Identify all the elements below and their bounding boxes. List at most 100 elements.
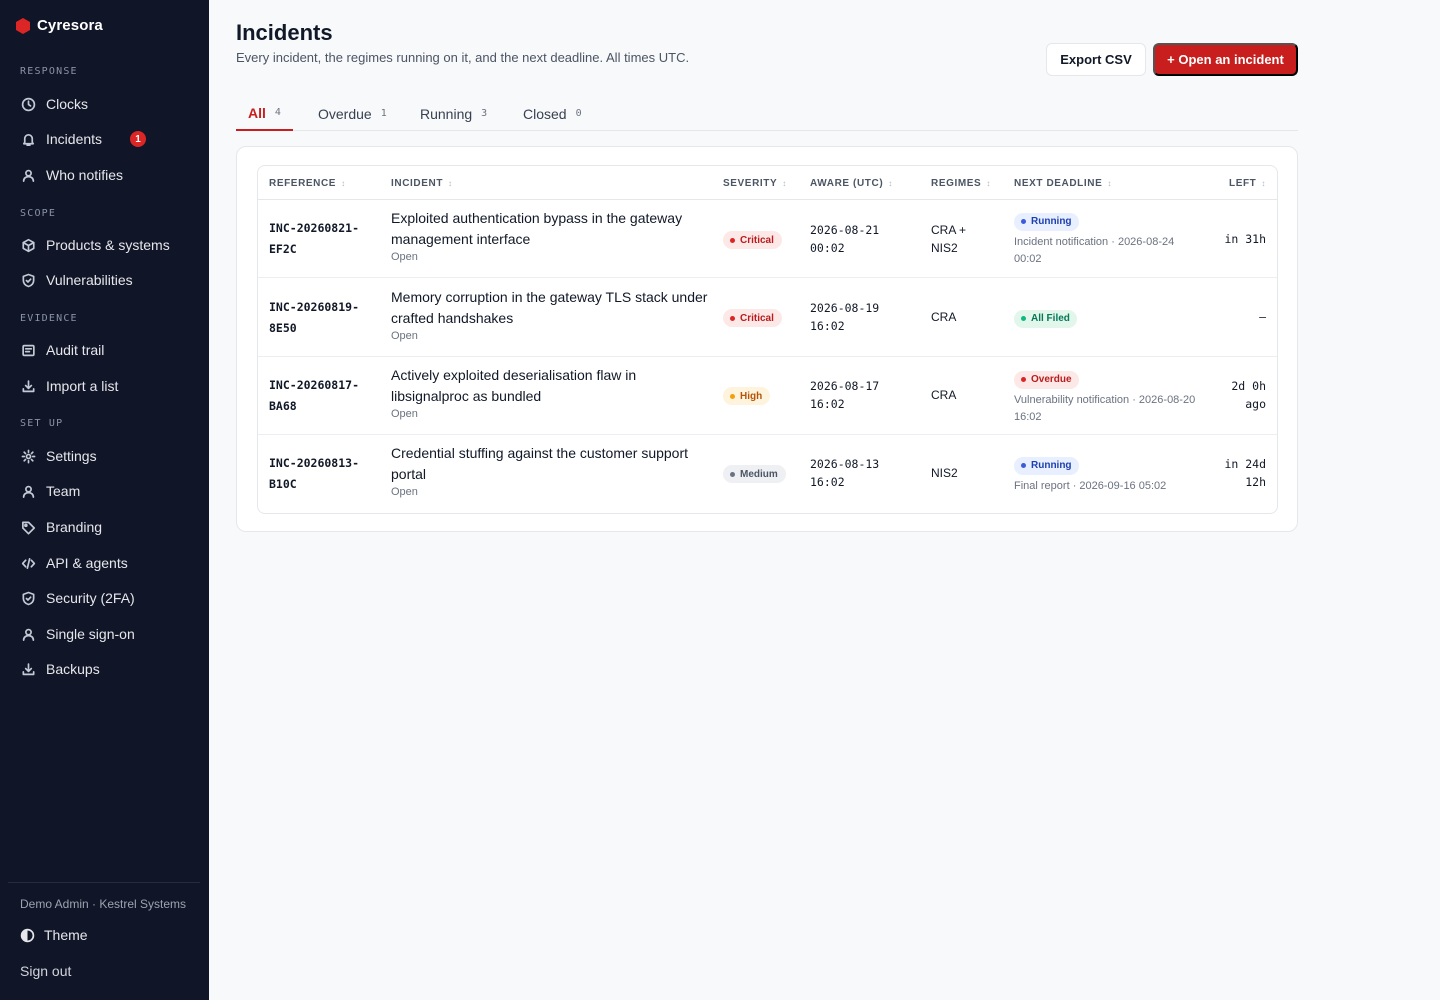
sidebar-item-label: Import a list bbox=[46, 378, 119, 394]
user-icon bbox=[20, 626, 36, 642]
sidebar-item-label: Audit trail bbox=[46, 342, 105, 358]
theme-label: Theme bbox=[44, 927, 88, 943]
incident-reference[interactable]: INC-20260821- EF2C bbox=[269, 218, 379, 260]
deadline-status-pill: All Filed bbox=[1014, 309, 1077, 328]
column-header-next-deadline[interactable]: NEXT DEADLINE ↕ bbox=[1014, 166, 1112, 200]
incident-title[interactable]: Credential stuffing against the customer… bbox=[391, 443, 711, 500]
aware-time: 2026-08-21 00:02 bbox=[810, 223, 880, 255]
sidebar-item-settings[interactable]: Settings bbox=[12, 440, 197, 472]
sidebar-divider bbox=[8, 882, 200, 883]
sidebar-item-label: Team bbox=[46, 483, 81, 499]
gear-icon bbox=[20, 448, 36, 464]
sidebar-item-vulnerabilities[interactable]: Vulnerabilities bbox=[12, 264, 197, 296]
sidebar-item-audit-trail[interactable]: Audit trail bbox=[12, 334, 197, 366]
sidebar: Cyresora RESPONSE Clocks Incidents 1 Who… bbox=[0, 0, 209, 1000]
sidebar-item-single-sign-on[interactable]: Single sign-on bbox=[12, 618, 197, 650]
regimes: NIS2 bbox=[931, 466, 958, 480]
time-left: — bbox=[1259, 310, 1266, 324]
status-dot bbox=[730, 237, 735, 243]
deadline-detail: Incident notification · 2026-08-24 00:02 bbox=[1014, 235, 1175, 265]
sort-icon: ↕ bbox=[782, 178, 787, 188]
sidebar-item-import-list[interactable]: Import a list bbox=[12, 370, 197, 402]
tab-running[interactable]: Running 3 bbox=[408, 96, 499, 131]
code-icon bbox=[20, 555, 36, 571]
next-deadline: All Filed bbox=[1014, 308, 1204, 328]
severity-badge: High bbox=[723, 387, 771, 405]
sidebar-item-label: Vulnerabilities bbox=[46, 272, 133, 288]
regimes: CRA bbox=[931, 388, 957, 402]
brand[interactable]: Cyresora bbox=[16, 17, 103, 34]
sidebar-item-branding[interactable]: Branding bbox=[12, 511, 197, 543]
sidebar-item-api-agents[interactable]: API & agents bbox=[12, 547, 197, 579]
incident-title[interactable]: Actively exploited deserialisation flaw … bbox=[391, 365, 711, 422]
sidebar-item-label: API & agents bbox=[46, 555, 128, 571]
sidebar-item-who-notifies[interactable]: Who notifies bbox=[12, 159, 197, 191]
column-header-regimes[interactable]: REGIMES ↕ bbox=[931, 166, 991, 200]
column-header-reference[interactable]: REFERENCE ↕ bbox=[269, 166, 346, 200]
tab-overdue[interactable]: Overdue 1 bbox=[306, 96, 399, 131]
table-header: REFERENCE ↕ INCIDENT ↕ SEVERITY ↕ AWARE (UT… bbox=[258, 166, 1277, 200]
sidebar-item-label: Backups bbox=[46, 661, 100, 677]
section-label-response: RESPONSE bbox=[20, 66, 78, 77]
tab-label: Running bbox=[420, 105, 473, 122]
incident-reference[interactable]: INC-20260817- BA68 bbox=[269, 375, 379, 417]
sidebar-item-label: Products & systems bbox=[46, 237, 170, 253]
sort-icon: ↕ bbox=[1261, 178, 1266, 188]
incident-status: Open bbox=[391, 408, 418, 420]
bell-icon bbox=[20, 131, 36, 147]
sidebar-item-label: Who notifies bbox=[46, 167, 124, 183]
column-header-severity[interactable]: SEVERITY ↕ bbox=[723, 166, 787, 200]
download-icon bbox=[20, 378, 36, 394]
sidebar-item-clocks[interactable]: Clocks bbox=[12, 88, 197, 120]
status-dot bbox=[1021, 463, 1026, 468]
theme-toggle-button[interactable]: Theme bbox=[20, 927, 88, 943]
sort-icon: ↕ bbox=[448, 178, 453, 188]
open-incident-button[interactable]: + Open an incident bbox=[1153, 43, 1298, 76]
sidebar-item-security-2fa[interactable]: Security (2FA) bbox=[12, 582, 197, 614]
incident-reference[interactable]: INC-20260819- 8E50 bbox=[269, 297, 379, 339]
sidebar-item-products-systems[interactable]: Products & systems bbox=[12, 229, 197, 261]
sidebar-item-incidents[interactable]: Incidents 1 bbox=[12, 123, 197, 155]
table-row[interactable]: INC-20260821- EF2C Exploited authenticati… bbox=[258, 200, 1277, 278]
incident-title[interactable]: Exploited authentication bypass in the g… bbox=[391, 208, 711, 265]
column-header-incident[interactable]: INCIDENT ↕ bbox=[391, 166, 453, 200]
incident-title[interactable]: Memory corruption in the gateway TLS sta… bbox=[391, 287, 711, 344]
sort-icon: ↕ bbox=[986, 178, 991, 188]
incident-status: Open bbox=[391, 251, 418, 263]
deadline-status-pill: Overdue bbox=[1014, 370, 1079, 389]
time-left: in 24d 12h bbox=[1224, 457, 1266, 489]
hexagon-logo-icon bbox=[16, 17, 30, 34]
sidebar-item-label: Clocks bbox=[46, 96, 89, 112]
sidebar-item-backups[interactable]: Backups bbox=[12, 653, 197, 685]
tab-all[interactable]: All 4 bbox=[236, 96, 293, 131]
sidebar-item-label: Security (2FA) bbox=[46, 590, 135, 606]
next-deadline: Running Incident notification · 2026-08-… bbox=[1014, 211, 1204, 268]
severity-badge: Medium bbox=[723, 465, 786, 483]
current-user: Demo Admin · Kestrel Systems bbox=[20, 897, 187, 911]
export-csv-button[interactable]: Export CSV bbox=[1046, 43, 1146, 76]
section-label-evidence: EVIDENCE bbox=[20, 313, 78, 324]
tab-label: Overdue bbox=[318, 105, 372, 122]
time-left: 2d 0h ago bbox=[1231, 379, 1266, 411]
sign-out-button[interactable]: Sign out bbox=[20, 963, 71, 979]
sidebar-item-label: Incidents bbox=[46, 131, 103, 147]
table-row[interactable]: INC-20260819- 8E50 Memory corruption in t… bbox=[258, 279, 1277, 357]
table-row[interactable]: INC-20260817- BA68 Actively exploited des… bbox=[258, 357, 1277, 435]
clock-icon bbox=[20, 96, 36, 112]
tab-closed[interactable]: Closed 0 bbox=[511, 96, 594, 131]
deadline-status-pill: Running bbox=[1014, 456, 1079, 475]
aware-time: 2026-08-13 16:02 bbox=[810, 457, 880, 489]
incident-reference[interactable]: INC-20260813- B10C bbox=[269, 453, 379, 495]
incident-tabs: All 4 Overdue 1 Running 3 Closed 0 bbox=[236, 96, 1298, 131]
column-header-aware[interactable]: AWARE (UTC) ↕ bbox=[810, 166, 893, 200]
status-dot bbox=[1021, 219, 1026, 224]
tab-count: 0 bbox=[575, 108, 582, 119]
download-icon bbox=[20, 661, 36, 677]
tab-label: All bbox=[248, 104, 266, 121]
sidebar-item-team[interactable]: Team bbox=[12, 475, 197, 507]
half-circle-icon bbox=[20, 928, 35, 942]
status-dot bbox=[730, 393, 735, 399]
column-header-left[interactable]: LEFT ↕ bbox=[1229, 166, 1266, 200]
table-row[interactable]: INC-20260813- B10C Credential stuffing ag… bbox=[258, 435, 1277, 513]
incident-status: Open bbox=[391, 330, 418, 342]
